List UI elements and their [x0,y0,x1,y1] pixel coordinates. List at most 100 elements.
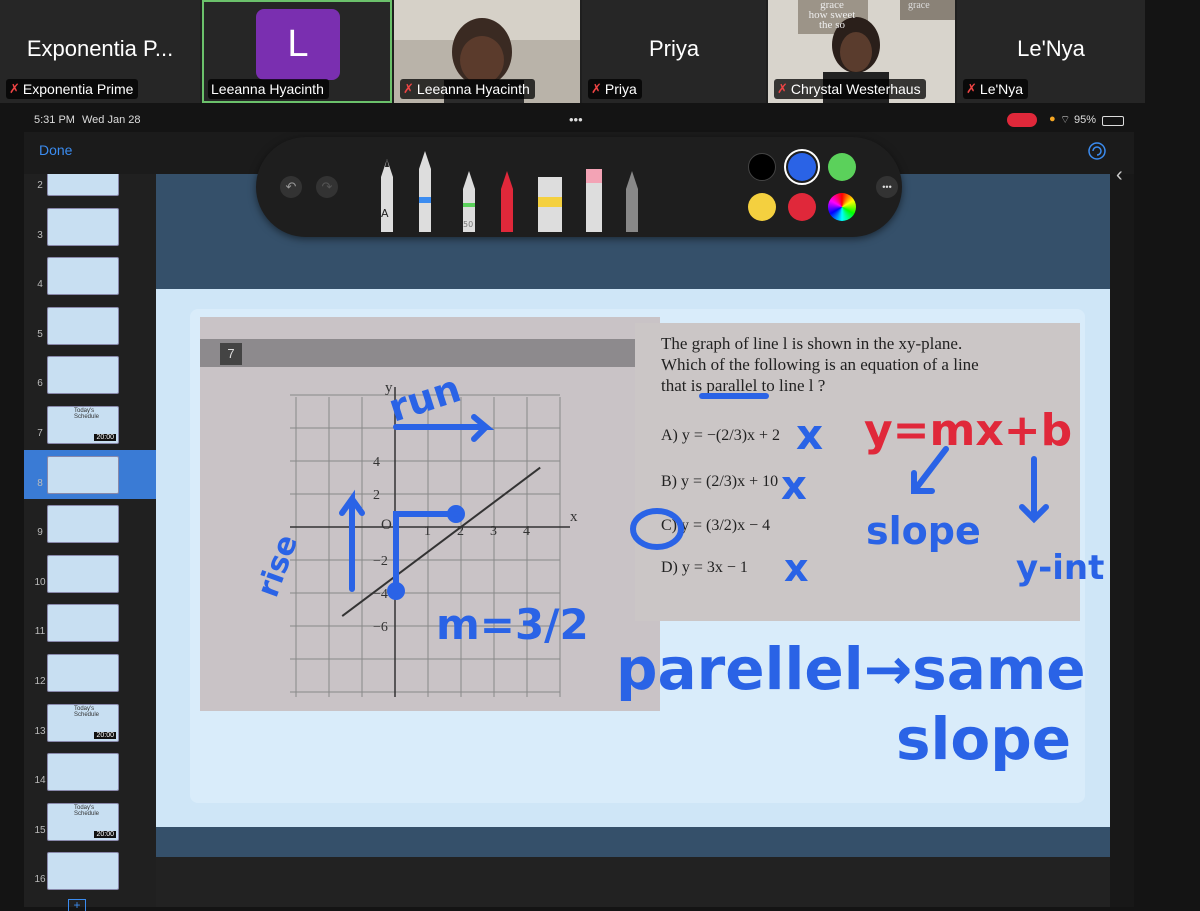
ink-circle-c [630,508,684,550]
wifi-icon: ⌔ [1060,114,1071,126]
thumbnail-image [47,554,119,593]
ink-slope-label: slope [866,509,981,553]
thumbnail-image [47,753,119,792]
orange-dot-icon: ● [1049,113,1056,125]
thumbnail-page-8[interactable]: 8 [24,449,156,500]
thumbnail-image: Today's Schedule 20:00 [47,802,119,841]
thumbnail-image [47,852,119,891]
undo-button[interactable]: ↶ [280,176,302,198]
page-thumbnails: 2 3 4 5 6 Today's Schedule 20:00 7 8 9 10 11 12 Today… [24,174,156,907]
thumbnail-page-4[interactable]: 4 [24,251,156,301]
ink-run: run [383,366,466,430]
ink-point [387,582,405,600]
more-options-button[interactable]: ••• [876,176,898,198]
undo-circle-icon[interactable] [1088,142,1106,160]
thumbnail-page-11[interactable]: 11 [24,598,156,648]
ink-rise: rise [251,530,306,601]
ink-slope-note: slope [896,705,1071,773]
thumbnail-schedule-title: Today's Schedule [74,804,100,817]
muted-mic-icon: ✗ [403,81,414,96]
thumbnail-page-10[interactable]: 10 [24,549,156,599]
thumbnail-image [47,505,119,544]
thumbnail-page-14[interactable]: 14 [24,747,156,797]
thumbnail-image: Today's Schedule 20:00 [47,405,119,444]
participant-caption-text: Leeanna Hyacinth [416,81,530,97]
thumbnail-page-number: 15 [34,824,46,836]
lasso-tool[interactable] [626,171,638,232]
avatar: L [256,9,340,80]
screen-recording-icon[interactable] [1007,113,1037,127]
participant-caption-text: Exponentia Prime [22,81,134,97]
participant-tile-exponentia[interactable]: Exponentia P... ✗ Exponentia Prime [0,0,200,103]
participant-tile-lenya[interactable]: Le'Nya ✗ Le'Nya [957,0,1145,103]
fineliner-tool-blue[interactable] [419,151,431,232]
muted-mic-icon: ✗ [591,81,602,96]
participant-caption: ✗ Exponentia Prime [6,79,139,99]
participant-tile-leeanna-video[interactable]: ✗ Leeanna Hyacinth [394,0,580,103]
color-red[interactable] [788,193,816,221]
thumbnail-timer: 20:00 [94,830,116,838]
participant-caption-text: Leeanna Hyacinth [211,81,324,97]
thumbnail-page-number: 9 [37,527,43,539]
screen: Exponentia P... ✗ Exponentia Prime L Leea… [0,0,1200,911]
thumbnail-page-2[interactable]: 2 [24,174,156,202]
color-black[interactable] [748,153,776,181]
thumbnail-page-13[interactable]: Today's Schedule 20:00 13 [24,698,156,748]
thumbnail-page-16[interactable]: 16 [24,846,156,896]
participant-caption: ✗ Leeanna Hyacinth [400,79,535,99]
thumbnail-page-number: 7 [37,427,43,439]
participant-caption: Leeanna Hyacinth [208,79,329,99]
markup-toolbar: ↶ ↷ A 50 ••• [256,137,902,237]
multitask-dots-icon[interactable]: ••• [569,112,583,127]
ink-yint-label: y-int [1016,548,1104,588]
thumbnail-page-number: 6 [37,378,43,390]
participant-tile-priya[interactable]: Priya ✗ Priya [582,0,766,103]
pen-tool-label: A [381,207,389,220]
thumbnail-schedule-title: Today's Schedule [74,407,100,420]
document-canvas[interactable]: 7 x y O 1 2 3 4 4 2 −2 −4 −6 The graph of line l is… [156,174,1110,857]
color-yellow[interactable] [748,193,776,221]
thumbnail-image: Today's Schedule 20:00 [47,703,119,742]
thumbnail-page-12[interactable]: 12 [24,648,156,698]
thumbnail-page-number: 11 [34,626,46,638]
participant-tile-chrystal-video[interactable]: grace how sweet the so grace ✗ Chrystal Wes… [768,0,955,103]
ink-yint-arrow [1019,456,1049,524]
participant-caption-text: Le'Nya [979,81,1024,97]
thumbnail-page-number: 14 [34,775,46,787]
eraser-tool[interactable] [586,169,602,232]
participant-tile-leeanna-active[interactable]: L Leeanna Hyacinth [202,0,392,103]
thumbnail-page-5[interactable]: 5 [24,301,156,351]
color-blue-selected[interactable] [784,149,820,185]
participant-caption: ✗ Chrystal Westerhaus [774,79,926,99]
battery-percent: 95% [1074,114,1097,126]
done-button[interactable]: Done [39,142,72,158]
collapse-chevron-icon[interactable]: ‹ [1116,164,1123,187]
color-green[interactable] [828,153,856,181]
crayon-tool-red[interactable] [501,171,513,232]
battery-icon [1102,116,1124,126]
thumbnail-page-15[interactable]: Today's Schedule 20:00 15 [24,797,156,847]
thumbnail-page-6[interactable]: 6 [24,350,156,400]
thumbnail-image [47,356,119,395]
highlighter-tool-yellow[interactable] [538,177,562,232]
color-picker-wheel[interactable] [828,193,856,221]
ink-formula: y=mx+b [864,405,1072,456]
handwriting-layer: run rise m=3/2 slope y-int parellel→same… [251,366,1105,773]
thumbnail-image [47,653,119,692]
thumbnail-timer: 20:00 [94,433,116,441]
thumbnail-page-3[interactable]: 3 [24,202,156,252]
thumbnail-page-7[interactable]: Today's Schedule 20:00 7 [24,400,156,450]
add-page-button[interactable]: + [68,899,86,911]
thumbnail-page-number: 4 [37,279,43,291]
right-panel-strip: ‹ [1110,164,1134,907]
thumbnail-image [47,174,119,196]
pen-tool[interactable] [381,159,393,232]
thumbnail-image [47,207,119,246]
redo-button[interactable]: ↷ [316,176,338,198]
thumbnail-image [47,306,119,345]
thumbnail-page-9[interactable]: 9 [24,499,156,549]
participant-caption: ✗ Priya [588,79,642,99]
muted-mic-icon: ✗ [9,81,20,96]
ink-parallel-note: parellel→same [616,635,1086,703]
participant-display-name: Le'Nya [1017,36,1085,61]
